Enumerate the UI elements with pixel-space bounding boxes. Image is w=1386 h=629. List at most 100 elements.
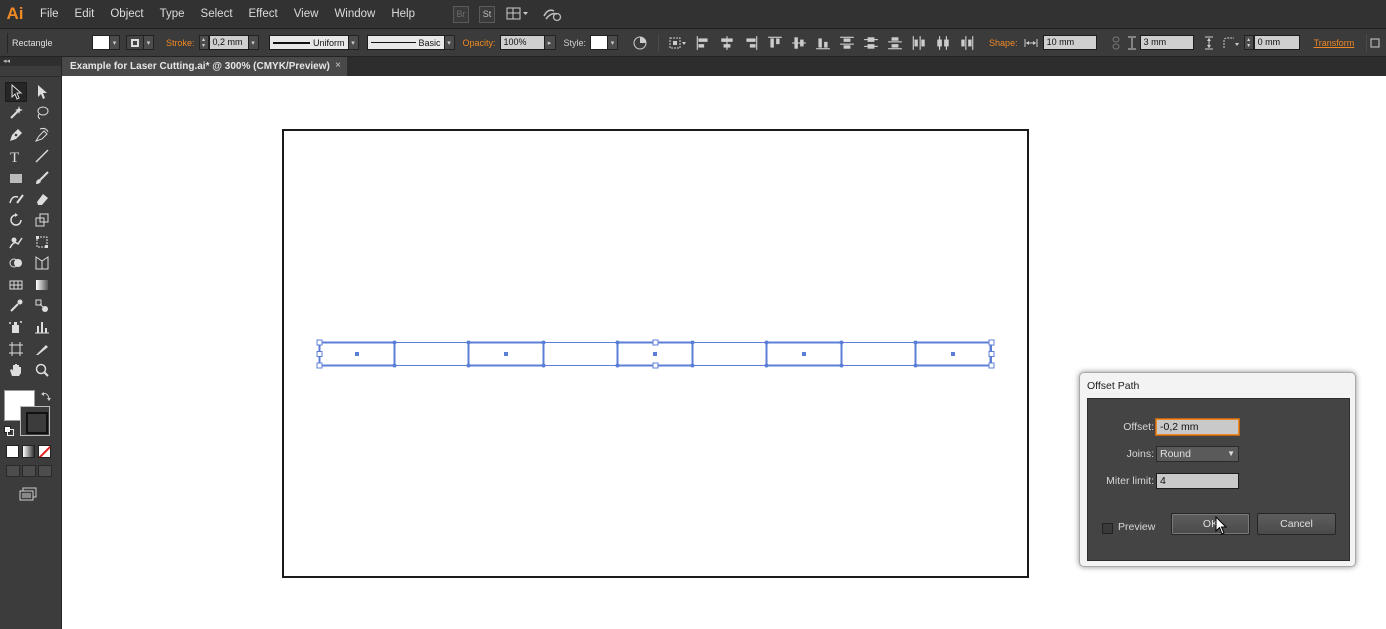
- constrain-proportions-icon[interactable]: [1111, 36, 1121, 50]
- variable-width-profile[interactable]: Uniform ▾: [268, 35, 359, 50]
- stroke-profile-select[interactable]: Uniform: [268, 35, 349, 50]
- align-right-icon[interactable]: [743, 35, 759, 51]
- cancel-button[interactable]: Cancel: [1257, 513, 1336, 535]
- draw-behind-icon[interactable]: [22, 465, 36, 477]
- stroke-swatch-small[interactable]: [126, 35, 144, 50]
- align-bottom-icon[interactable]: [815, 35, 831, 51]
- brush-dropdown-arrow[interactable]: ▾: [444, 35, 455, 50]
- mesh-tool-icon[interactable]: [5, 275, 27, 295]
- preview-label[interactable]: Preview: [1118, 521, 1155, 533]
- anchor-point[interactable]: [466, 340, 471, 345]
- document-tab[interactable]: Example for Laser Cutting.ai* @ 300% (CM…: [62, 57, 347, 76]
- fill-dropdown-arrow[interactable]: ▾: [110, 35, 120, 50]
- fill-swatch[interactable]: [92, 35, 110, 50]
- corner-radius-stepper[interactable]: ▴ ▾: [1243, 35, 1254, 50]
- distribute-left-icon[interactable]: [911, 35, 927, 51]
- bounding-handle[interactable]: [316, 351, 323, 357]
- align-vertical-center-icon[interactable]: [791, 35, 807, 51]
- opacity-input[interactable]: 100%: [499, 35, 545, 50]
- control-bar-grip[interactable]: [0, 32, 8, 53]
- corner-type-icon[interactable]: [1222, 36, 1240, 50]
- rectangle-tool-icon[interactable]: [5, 168, 27, 188]
- swap-fill-stroke-icon[interactable]: [40, 390, 52, 402]
- anchor-point[interactable]: [541, 340, 546, 345]
- stroke-color-swatch[interactable]: [20, 406, 50, 436]
- bounding-handle[interactable]: [652, 339, 659, 346]
- opacity-label[interactable]: Opacity:: [463, 38, 496, 48]
- anchor-point[interactable]: [615, 340, 620, 345]
- rotate-tool-icon[interactable]: [5, 210, 27, 230]
- stroke-dropdown-arrow[interactable]: ▾: [144, 35, 154, 50]
- gradient-tool-icon[interactable]: [31, 275, 53, 295]
- bridge-button[interactable]: Br: [453, 5, 469, 23]
- stock-button[interactable]: St: [479, 5, 495, 23]
- column-graph-tool-icon[interactable]: [31, 317, 53, 337]
- gradient-mode-icon[interactable]: [22, 445, 35, 458]
- graphic-style-picker[interactable]: ▾: [590, 35, 619, 50]
- artboard-tool-icon[interactable]: [5, 339, 27, 359]
- menu-window[interactable]: Window: [326, 0, 383, 29]
- stroke-weight-stepper[interactable]: ▴ ▾: [198, 35, 209, 50]
- sync-icon[interactable]: [541, 6, 563, 23]
- menu-select[interactable]: Select: [193, 0, 241, 29]
- distribute-bottom-icon[interactable]: [887, 35, 903, 51]
- hand-tool-icon[interactable]: [5, 360, 27, 380]
- graphic-style-swatch[interactable]: [590, 35, 609, 50]
- corner-radius-input[interactable]: 0 mm: [1253, 35, 1300, 50]
- joins-select[interactable]: Round ▼: [1156, 446, 1239, 462]
- bounding-handle[interactable]: [316, 339, 323, 346]
- distribute-right-icon[interactable]: [959, 35, 975, 51]
- shape-builder-tool-icon[interactable]: [5, 253, 27, 273]
- menu-effect[interactable]: Effect: [241, 0, 286, 29]
- anchor-point[interactable]: [615, 363, 620, 368]
- stroke-weight-dropdown-arrow[interactable]: ▾: [248, 35, 259, 50]
- color-mode-icon[interactable]: [6, 445, 19, 458]
- anchor-point[interactable]: [690, 363, 695, 368]
- pen-tool-icon[interactable]: [5, 125, 27, 145]
- align-horizontal-center-icon[interactable]: [719, 35, 735, 51]
- shape-label[interactable]: Shape:: [989, 38, 1018, 48]
- anchor-point[interactable]: [764, 363, 769, 368]
- symbol-sprayer-tool-icon[interactable]: [5, 317, 27, 337]
- zoom-tool-icon[interactable]: [31, 360, 53, 380]
- anchor-point[interactable]: [541, 363, 546, 368]
- default-fill-stroke-icon[interactable]: [4, 426, 14, 436]
- menu-type[interactable]: Type: [152, 0, 193, 29]
- type-tool-icon[interactable]: T: [5, 146, 27, 166]
- transform-link[interactable]: Transform: [1314, 38, 1355, 48]
- slice-tool-icon[interactable]: [31, 339, 53, 359]
- anchor-point[interactable]: [764, 340, 769, 345]
- perspective-grid-tool-icon[interactable]: [31, 253, 53, 273]
- curvature-tool-icon[interactable]: [31, 125, 53, 145]
- draw-normal-icon[interactable]: [6, 465, 20, 477]
- eraser-tool-icon[interactable]: [31, 189, 53, 209]
- preview-checkbox[interactable]: [1102, 523, 1113, 534]
- shape-height-input[interactable]: 3 mm: [1139, 35, 1194, 50]
- anchor-point[interactable]: [466, 363, 471, 368]
- bounding-handle[interactable]: [652, 362, 659, 369]
- align-top-icon[interactable]: [767, 35, 783, 51]
- brush-definition[interactable]: Basic ▾: [366, 35, 455, 50]
- blend-tool-icon[interactable]: [31, 296, 53, 316]
- free-transform-tool-icon[interactable]: [31, 232, 53, 252]
- recolor-artwork-icon[interactable]: [632, 35, 648, 51]
- paintbrush-tool-icon[interactable]: [31, 168, 53, 188]
- stroke-weight-input[interactable]: 0,2 mm: [208, 35, 249, 50]
- tools-collapse-button[interactable]: ◂◂: [0, 57, 61, 66]
- none-mode-icon[interactable]: [38, 445, 51, 458]
- brush-select[interactable]: Basic: [366, 35, 445, 50]
- distribute-top-icon[interactable]: [839, 35, 855, 51]
- menu-view[interactable]: View: [286, 0, 327, 29]
- anchor-point[interactable]: [392, 363, 397, 368]
- align-to-selection-icon[interactable]: [667, 35, 689, 51]
- tools-panel-grip[interactable]: [0, 66, 61, 77]
- anchor-point[interactable]: [839, 363, 844, 368]
- lasso-tool-icon[interactable]: [31, 103, 53, 123]
- line-segment-tool-icon[interactable]: [31, 146, 53, 166]
- bounding-handle[interactable]: [988, 362, 995, 369]
- scale-tool-icon[interactable]: [31, 210, 53, 230]
- arrange-documents-icon[interactable]: [505, 6, 531, 23]
- anchor-point[interactable]: [913, 363, 918, 368]
- anchor-point[interactable]: [392, 340, 397, 345]
- eyedropper-tool-icon[interactable]: [5, 296, 27, 316]
